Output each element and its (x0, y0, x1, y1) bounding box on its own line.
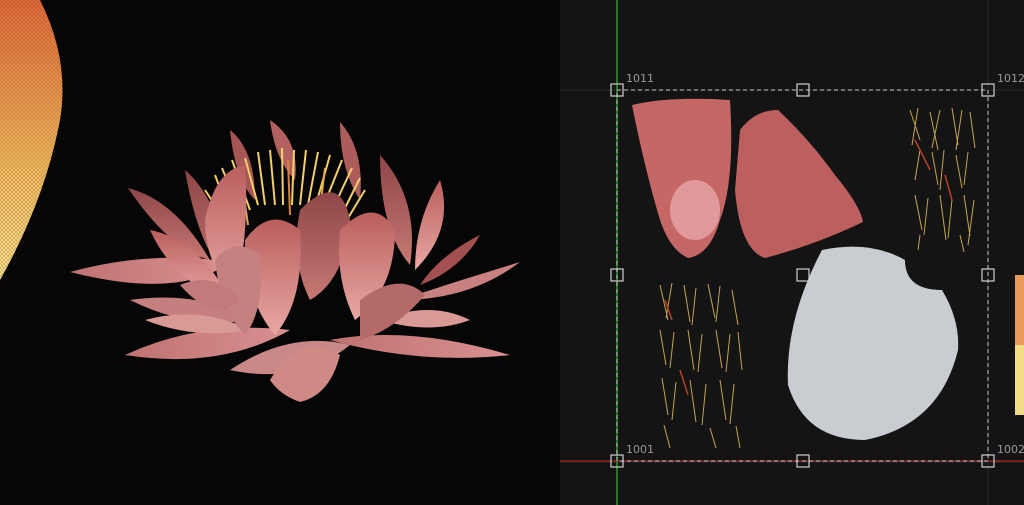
water-lily-model[interactable] (70, 120, 520, 402)
uv-islands[interactable] (632, 98, 1024, 449)
viewport-canvas (0, 0, 520, 402)
tile-label-1002: 1002 (997, 443, 1024, 456)
tile-label-1012: 1012 (997, 72, 1024, 85)
tile-label-1001: 1001 (626, 443, 654, 456)
3d-viewport[interactable] (0, 0, 560, 505)
lily-pad-mesh[interactable] (0, 0, 63, 280)
uv-editor-panel[interactable]: 1011 1012 1001 1002 (560, 0, 1024, 505)
tile-label-1011: 1011 (626, 72, 654, 85)
